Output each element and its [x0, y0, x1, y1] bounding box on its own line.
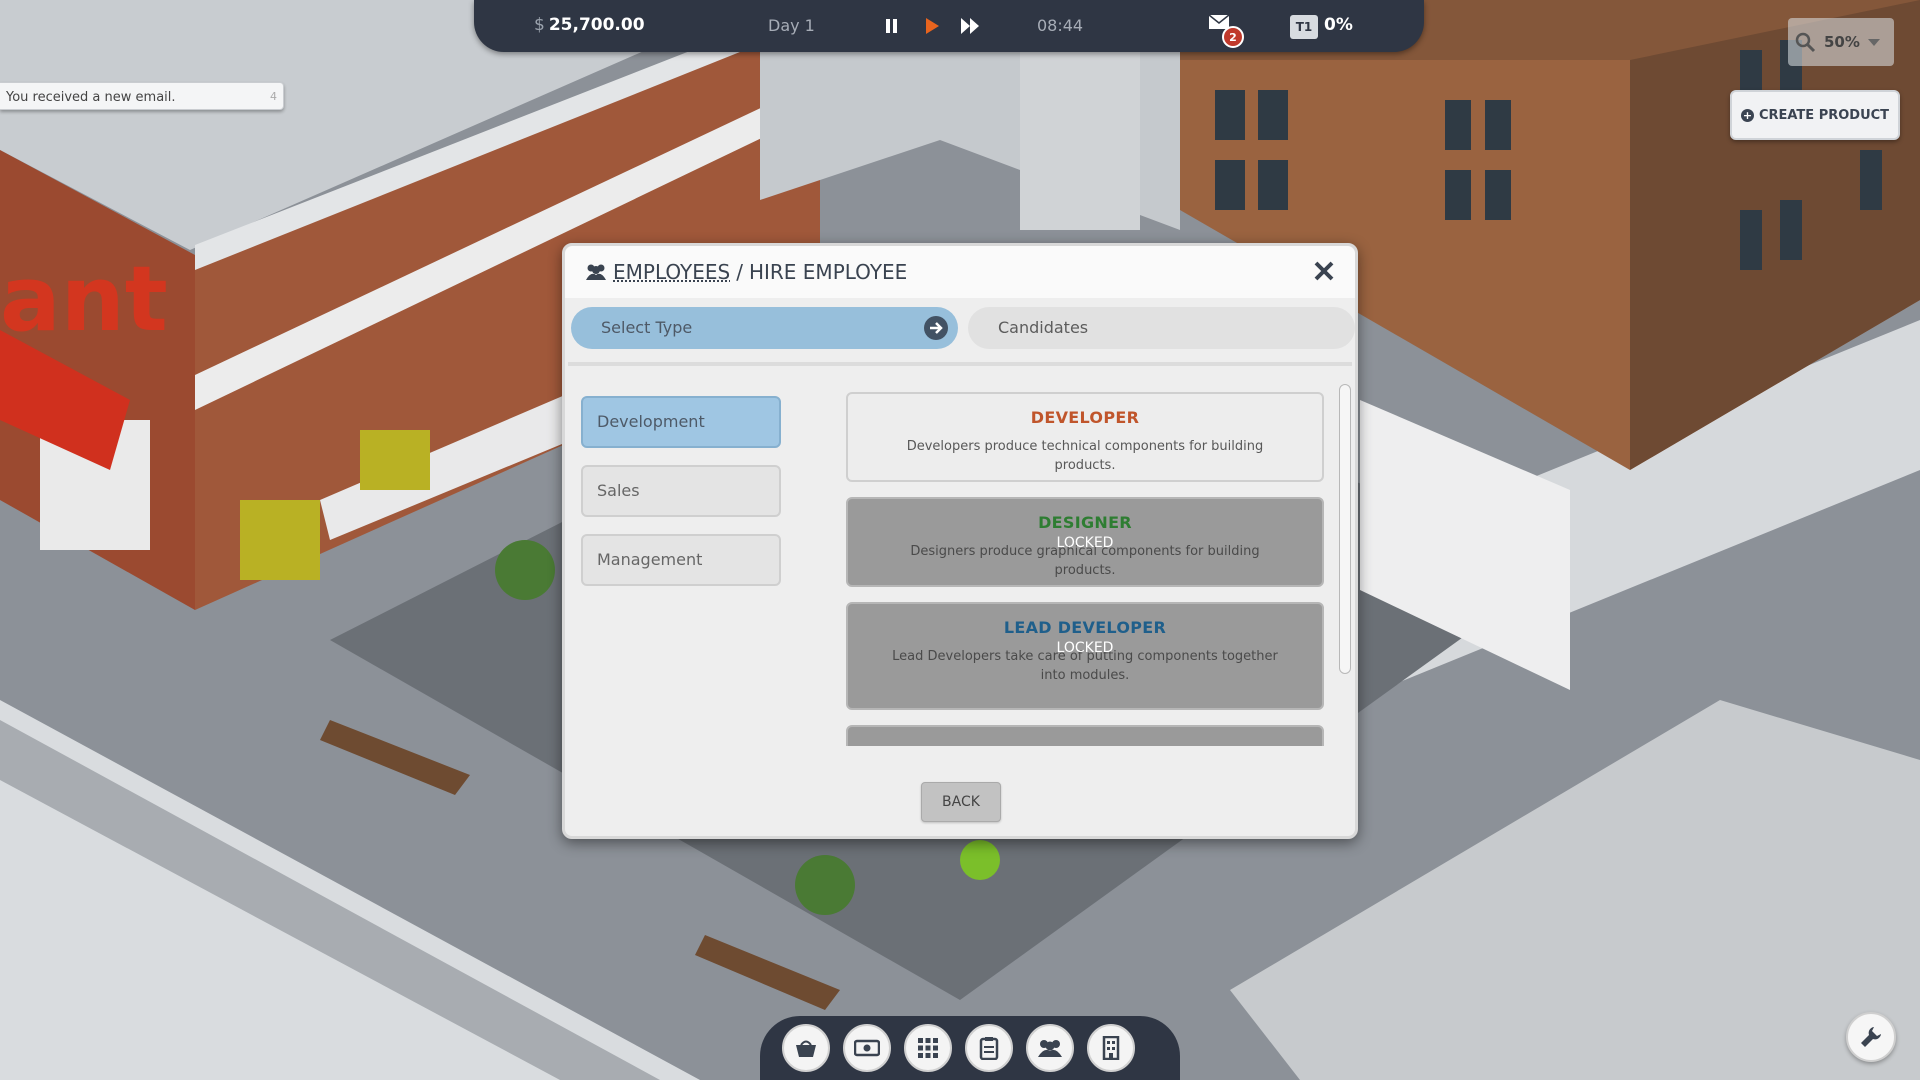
notification-text: You received a new email. [6, 90, 176, 105]
locked-label: LOCKED [1056, 535, 1114, 551]
pause-button[interactable] [878, 12, 906, 40]
email-notification[interactable]: You received a new email. 4 [0, 82, 284, 110]
money-value: 25,700.00 [548, 15, 645, 35]
employee-type-card-developer[interactable]: DEVELOPER Developers produce technical c… [846, 392, 1324, 482]
zoom-value: 50% [1824, 33, 1860, 51]
wrench-icon [1861, 1027, 1881, 1047]
top-status-bar: $25,700.00 Day 1 08:44 2 T1 0% [474, 0, 1424, 52]
hire-employee-dialog: EMPLOYEES / HIRE EMPLOYEE Select Type Ca… [562, 243, 1358, 839]
clipboard-icon [979, 1037, 999, 1060]
play-icon [926, 18, 939, 34]
fast-forward-button[interactable] [956, 12, 984, 40]
create-product-button[interactable]: + CREATE PRODUCT [1730, 90, 1900, 140]
team-icon [586, 264, 606, 280]
tier-percent: 0% [1324, 15, 1353, 35]
dialog-header: EMPLOYEES / HIRE EMPLOYEE [565, 246, 1355, 298]
step-select-type-label: Select Type [601, 318, 693, 337]
settings-button[interactable] [1846, 1012, 1896, 1062]
breadcrumb-separator: / [736, 260, 743, 284]
employee-type-card-designer[interactable]: DESIGNER Designers produce graphical com… [846, 497, 1324, 587]
mail-button[interactable]: 2 [1208, 14, 1248, 48]
basket-icon [796, 1040, 816, 1057]
svg-text:ant: ant [0, 247, 168, 352]
card-title: LEAD DEVELOPER [1003, 618, 1167, 637]
grid-icon [918, 1038, 938, 1058]
step-candidates-label: Candidates [998, 318, 1089, 337]
finance-button[interactable] [843, 1024, 891, 1072]
building-icon [1102, 1036, 1120, 1060]
breadcrumb: EMPLOYEES / HIRE EMPLOYEE [585, 260, 907, 284]
team-icon [1038, 1040, 1062, 1057]
money-icon [854, 1039, 880, 1057]
list-scrollbar[interactable] [1339, 384, 1351, 674]
close-icon [1314, 261, 1334, 281]
category-development[interactable]: Development [581, 396, 781, 448]
step-select-type[interactable]: Select Type [571, 307, 958, 349]
divider [568, 362, 1352, 366]
shop-button[interactable] [782, 1024, 830, 1072]
close-button[interactable] [1311, 258, 1337, 284]
magnifier-icon [1795, 32, 1816, 53]
employee-type-card-next[interactable] [846, 725, 1324, 746]
employee-type-list[interactable]: DEVELOPER Developers produce technical c… [846, 392, 1326, 746]
step-candidates[interactable]: Candidates [968, 307, 1355, 349]
tasks-button[interactable] [965, 1024, 1013, 1072]
buildings-button[interactable] [1087, 1024, 1135, 1072]
back-button[interactable]: BACK [921, 782, 1001, 822]
money-display: $25,700.00 [534, 15, 645, 35]
notification-count: 4 [270, 90, 277, 103]
mail-count-badge: 2 [1222, 26, 1244, 48]
chevron-down-icon[interactable] [1867, 38, 1880, 46]
fast-forward-icon [961, 18, 979, 34]
create-product-label: CREATE PRODUCT [1758, 107, 1890, 123]
currency-symbol: $ [534, 15, 545, 35]
card-title: DEVELOPER [1030, 408, 1140, 427]
apps-button[interactable] [904, 1024, 952, 1072]
play-button[interactable] [918, 12, 946, 40]
locked-label: LOCKED [1056, 640, 1114, 656]
card-title: DESIGNER [1038, 513, 1132, 532]
breadcrumb-employees-link[interactable]: EMPLOYEES [613, 260, 730, 284]
plus-circle-icon: + [1740, 108, 1754, 122]
employees-button[interactable] [1026, 1024, 1074, 1072]
day-counter: Day 1 [768, 16, 815, 35]
tier-badge[interactable]: T1 [1290, 15, 1318, 39]
card-description: Developers produce technical components … [906, 439, 1264, 473]
pause-icon [886, 19, 897, 33]
game-clock: 08:44 [1037, 16, 1084, 35]
breadcrumb-current: HIRE EMPLOYEE [748, 260, 908, 284]
arrow-right-icon [924, 316, 948, 340]
category-management[interactable]: Management [581, 534, 781, 586]
category-sales[interactable]: Sales [581, 465, 781, 517]
zoom-control[interactable]: 50% [1788, 18, 1894, 66]
employee-type-card-lead-developer[interactable]: LEAD DEVELOPER Lead Developers take care… [846, 602, 1324, 710]
